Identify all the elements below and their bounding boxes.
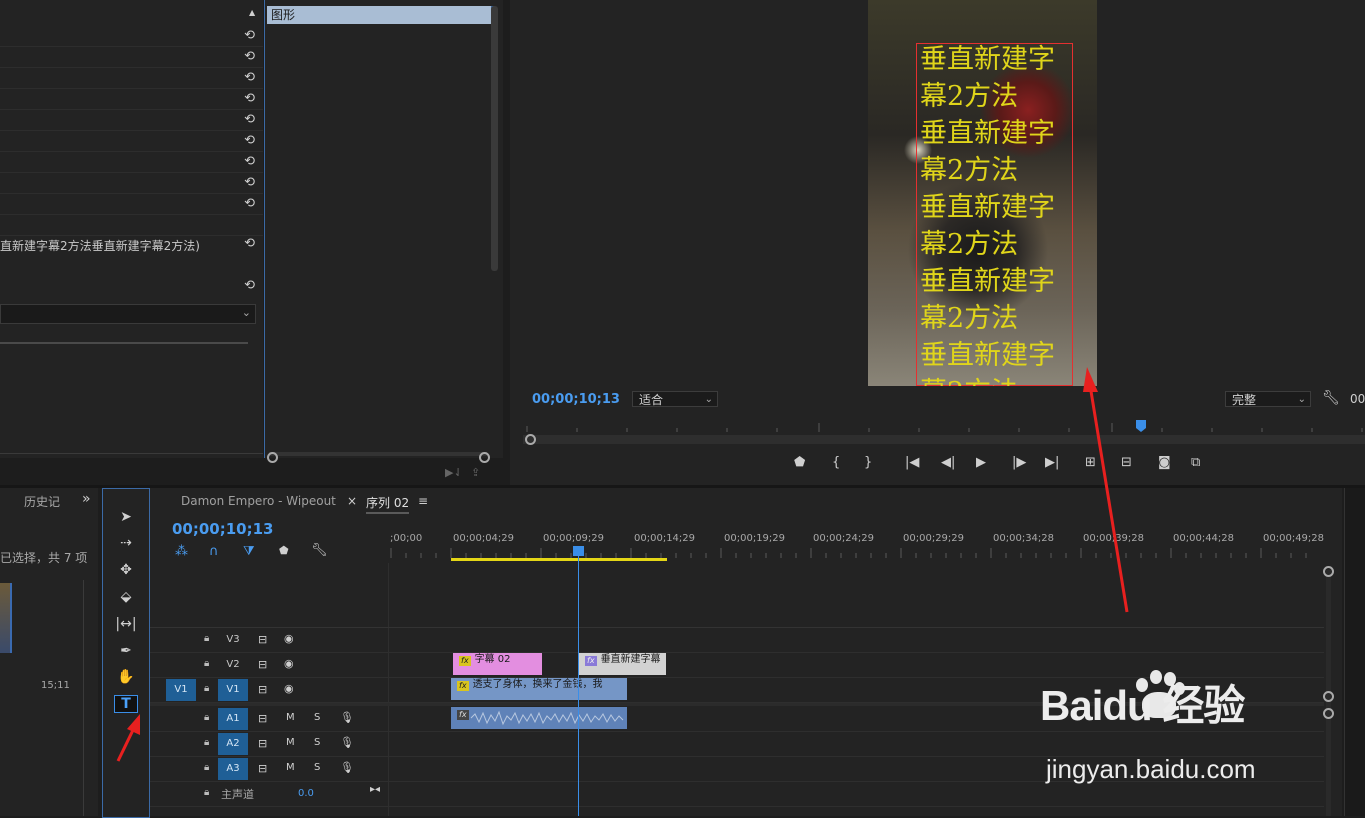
annotation-arrowhead [127,714,140,735]
annotation-arrowhead [1083,367,1098,392]
watermark-url: jingyan.baidu.com [1046,754,1256,784]
annotation-arrow-line [1088,384,1129,613]
watermark-brand: Baidu 经验 [1040,682,1245,729]
annotation-arrow-line [116,727,136,762]
baidu-watermark: Baidu 经验 jingyan.baidu.com [1040,668,1290,784]
